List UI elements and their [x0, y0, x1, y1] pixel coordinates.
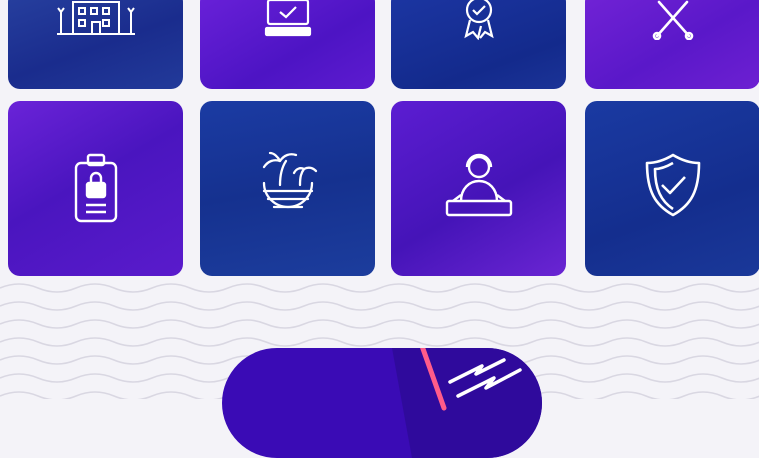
- tile-hotel[interactable]: [8, 0, 183, 89]
- laptop-check-icon: [262, 0, 314, 38]
- tile-security[interactable]: [585, 101, 759, 276]
- cta-pill-button[interactable]: [222, 348, 542, 458]
- tile-credential[interactable]: [8, 101, 183, 276]
- tile-checkin[interactable]: [200, 0, 375, 89]
- beach-palm-island-icon: [258, 151, 318, 217]
- hotel-building-icon: [55, 0, 137, 36]
- cta-decoration: [392, 348, 542, 458]
- id-badge-lock-icon: [71, 151, 121, 225]
- dj-performer-icon: [443, 151, 515, 221]
- crossed-utensils-icon: [647, 0, 699, 40]
- tile-beach[interactable]: [200, 101, 375, 276]
- tile-award[interactable]: [391, 0, 566, 89]
- tile-entertainment[interactable]: [391, 101, 566, 276]
- tile-dining[interactable]: [585, 0, 759, 89]
- award-badge-icon: [453, 0, 505, 40]
- shield-check-icon: [641, 151, 705, 217]
